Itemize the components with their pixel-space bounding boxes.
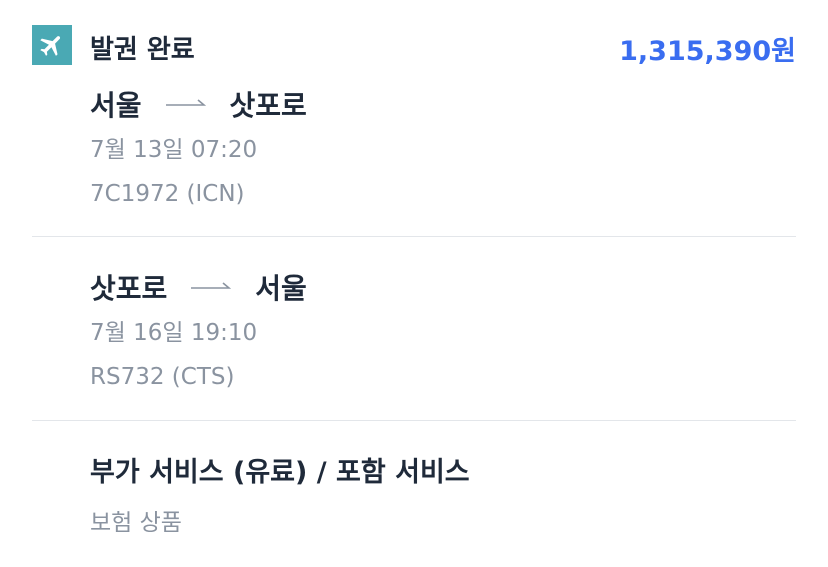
departure-datetime: 7월 16일 19:10 (90, 320, 258, 346)
services-title: 부가 서비스 (유료) / 포함 서비스 (90, 457, 470, 488)
divider (32, 236, 796, 237)
origin-city: 서울 (90, 89, 142, 122)
route: 서울 삿포로 (90, 84, 796, 124)
flight-number: 7C1972 (ICN) (90, 181, 245, 207)
total-price: 1,315,390원 (619, 36, 796, 67)
flight-segment-return[interactable]: 삿포로 서울 7월 16일 19:10 RS732 (CTS) (90, 267, 796, 393)
destination-city: 삿포로 (229, 89, 307, 122)
arrow-right-icon (165, 98, 206, 110)
origin-city: 삿포로 (90, 272, 168, 305)
flight-number: RS732 (CTS) (90, 364, 235, 390)
destination-city: 서울 (255, 272, 307, 305)
flight-segment-outbound[interactable]: 서울 삿포로 7월 13일 07:20 7C1972 (ICN) (90, 84, 796, 210)
airplane-icon (32, 25, 72, 65)
route: 삿포로 서울 (90, 267, 796, 307)
booking-status: 발권 완료 (90, 35, 195, 65)
arrow-right-icon (191, 281, 232, 293)
divider (32, 420, 796, 421)
booking-header: 발권 완료 1,315,390원 (32, 25, 796, 67)
departure-datetime: 7월 13일 07:20 (90, 137, 258, 163)
services-section[interactable]: 부가 서비스 (유료) / 포함 서비스 보험 상품 (90, 453, 796, 539)
service-item-insurance: 보험 상품 (90, 510, 182, 536)
